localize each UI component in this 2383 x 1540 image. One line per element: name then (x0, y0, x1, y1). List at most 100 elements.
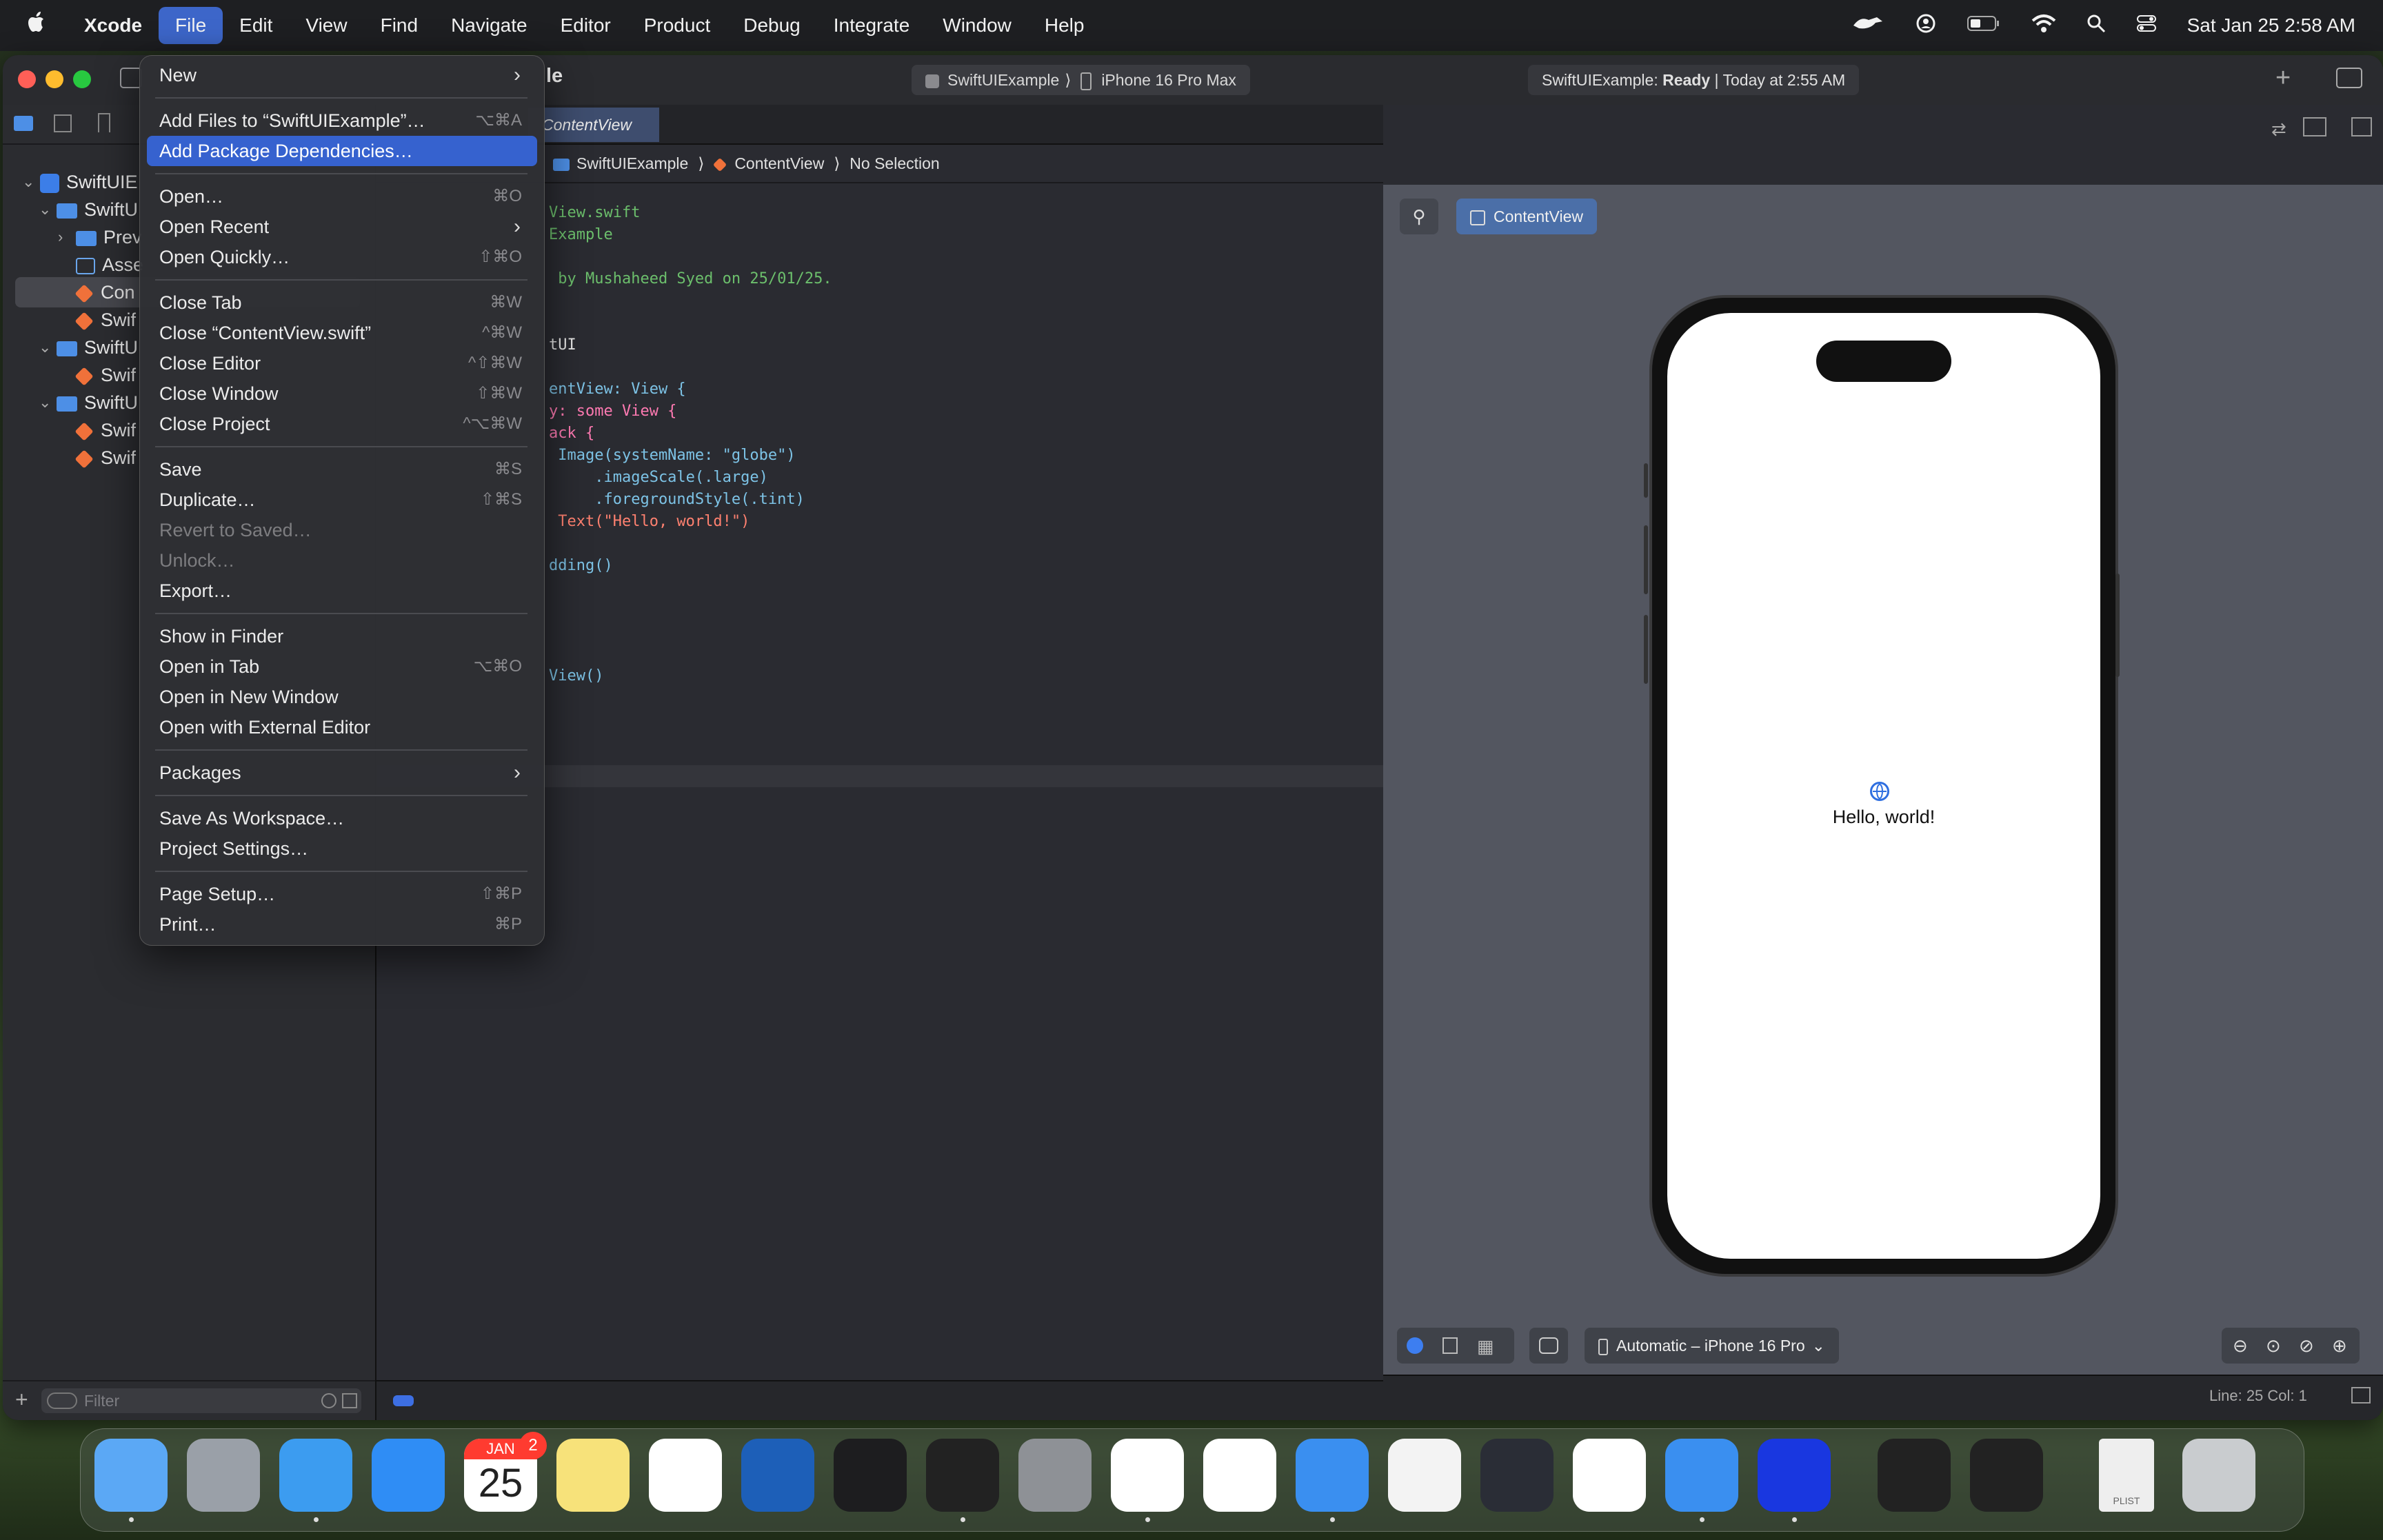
variants-icon[interactable]: ▦ (1477, 1336, 1494, 1357)
battery-icon[interactable] (1967, 14, 2001, 37)
notes-icon[interactable] (556, 1439, 630, 1512)
menubar-clock[interactable]: Sat Jan 25 2:58 AM (2187, 14, 2355, 37)
menu-item-close-project[interactable]: Close Project ^⌥⌘W (147, 409, 537, 439)
menu-product[interactable]: Product (627, 7, 727, 44)
zoom-100-icon[interactable]: ⊙ (2266, 1328, 2281, 1364)
filter-options-icon[interactable] (47, 1392, 77, 1409)
proxyman-icon[interactable] (1758, 1439, 1831, 1512)
destination-device[interactable]: iPhone 16 Pro Max (1101, 71, 1236, 89)
menu-item-close-tab[interactable]: Close Tab ⌘W (147, 287, 537, 318)
disclosure-chevron-icon[interactable]: ⌄ (39, 194, 51, 225)
disclosure-chevron-icon[interactable]: ⌄ (39, 387, 51, 418)
app-store-icon[interactable] (372, 1439, 445, 1512)
breadcrumb-project[interactable]: SwiftUIExample (576, 154, 688, 172)
code-line[interactable]: .imageScale(.large) (549, 469, 768, 486)
inspector-toggle-icon[interactable] (2336, 68, 2362, 88)
menu-item-new[interactable]: New › (147, 60, 537, 90)
minimize-window-button[interactable] (46, 70, 63, 88)
xcode-icon[interactable] (1296, 1439, 1369, 1512)
app-menu-xcode[interactable]: Xcode (68, 7, 159, 44)
vscode-icon[interactable] (1573, 1439, 1646, 1512)
menu-item-project-settings[interactable]: Project Settings… (147, 833, 537, 864)
user-account-icon[interactable] (1916, 13, 1936, 39)
menu-item-export[interactable]: Export… (147, 576, 537, 606)
menu-item-close-editor[interactable]: Close Editor ^⇧⌘W (147, 348, 537, 378)
selectable-mode-icon[interactable] (1442, 1337, 1458, 1354)
xcode-alt-icon[interactable] (1665, 1439, 1738, 1512)
add-library-icon[interactable]: + (2275, 63, 2291, 93)
unity-hub-2-icon[interactable] (1970, 1439, 2043, 1512)
code-line[interactable]: View.swift (549, 204, 640, 221)
disclosure-chevron-icon[interactable]: ⌄ (39, 332, 51, 363)
code-line[interactable]: .foregroundStyle(.tint) (549, 491, 805, 508)
menu-navigate[interactable]: Navigate (434, 7, 544, 44)
code-line[interactable]: tUI (549, 336, 576, 354)
menu-item-save[interactable]: Save ⌘S (147, 454, 537, 485)
code-line[interactable]: by Mushaheed Syed on 25/01/25. (549, 270, 832, 287)
disclosure-chevron-icon[interactable]: ⌄ (22, 167, 34, 197)
menu-item-show-in-finder[interactable]: Show in Finder (147, 621, 537, 651)
code-line[interactable]: Image(systemName: "globe") (549, 447, 795, 464)
zoom-out-icon[interactable]: ⊖ (2233, 1328, 2248, 1364)
bookmark-navigator-icon[interactable] (98, 113, 110, 132)
menu-item-page-setup[interactable]: Page Setup… ⇧⌘P (147, 879, 537, 909)
add-file-icon[interactable]: + (15, 1387, 28, 1412)
live-preview-icon[interactable] (1407, 1337, 1423, 1354)
debug-area-toggle-icon[interactable] (393, 1395, 414, 1406)
breadcrumb-selection[interactable]: No Selection (849, 154, 939, 172)
mouse-app-icon[interactable] (1851, 13, 1885, 39)
menu-item-add-package-dependencies[interactable]: Add Package Dependencies… (147, 136, 537, 166)
plist-file-icon[interactable]: PLIST (2099, 1439, 2154, 1512)
split-editor-icon[interactable] (2351, 117, 2372, 136)
scheme-destination-selector[interactable]: SwiftUIExample ⟩ iPhone 16 Pro Max (912, 65, 1250, 95)
menu-view[interactable]: View (289, 7, 363, 44)
menu-item-open-in-new-window[interactable]: Open in New Window (147, 682, 537, 712)
slack-icon[interactable] (1111, 1439, 1184, 1512)
code-line[interactable]: y: some View { (549, 403, 676, 420)
menu-item-close-window[interactable]: Close Window ⇧⌘W (147, 378, 537, 409)
breadcrumb-file[interactable]: ContentView (734, 154, 824, 172)
source-control-filter-icon[interactable] (342, 1393, 357, 1408)
menu-item-open-recent[interactable]: Open Recent › (147, 212, 537, 242)
tab-contentview[interactable]: ContentView (528, 108, 659, 142)
control-center-icon[interactable] (2136, 14, 2157, 38)
safari-icon[interactable] (279, 1439, 352, 1512)
code-line[interactable]: Text("Hello, world!") (549, 513, 750, 530)
finder-icon[interactable] (94, 1439, 168, 1512)
system-settings-icon[interactable] (1018, 1439, 1092, 1512)
zoom-in-icon[interactable]: ⊕ (2332, 1328, 2347, 1364)
code-line[interactable]: dding() (549, 557, 613, 574)
launchpad-icon[interactable] (187, 1439, 260, 1512)
chrome-icon[interactable] (1203, 1439, 1276, 1512)
menu-debug[interactable]: Debug (727, 7, 817, 44)
menu-item-close-contentview-swift[interactable]: Close “ContentView.swift” ^⌘W (147, 318, 537, 348)
recent-files-icon[interactable] (321, 1393, 336, 1408)
instruments-icon[interactable] (1388, 1439, 1461, 1512)
preview-tab[interactable]: ContentView (1456, 199, 1597, 234)
menu-item-print[interactable]: Print… ⌘P (147, 909, 537, 940)
menu-item-packages[interactable]: Packages › (147, 758, 537, 788)
menu-window[interactable]: Window (926, 7, 1028, 44)
menu-item-save-as-workspace[interactable]: Save As Workspace… (147, 803, 537, 833)
unity-icon[interactable] (926, 1439, 999, 1512)
code-line[interactable]: View() (549, 667, 603, 685)
wifi-icon[interactable] (2031, 14, 2056, 38)
source-control-navigator-icon[interactable] (54, 114, 72, 132)
nox-icon[interactable] (1480, 1439, 1554, 1512)
pin-icon[interactable]: ⚲ (1400, 199, 1438, 234)
canvas-device-settings[interactable] (1529, 1328, 1568, 1364)
menu-item-open[interactable]: Open… ⌘O (147, 181, 537, 212)
minimap-toggle-icon[interactable] (2351, 1387, 2371, 1404)
terminal-icon[interactable] (834, 1439, 907, 1512)
folder-navigator-icon[interactable] (14, 116, 33, 131)
menu-file[interactable]: File (159, 7, 223, 44)
menu-edit[interactable]: Edit (223, 7, 289, 44)
menu-item-duplicate[interactable]: Duplicate… ⇧⌘S (147, 485, 537, 515)
windows-app-icon[interactable] (741, 1439, 814, 1512)
menu-integrate[interactable]: Integrate (817, 7, 927, 44)
menu-help[interactable]: Help (1028, 7, 1101, 44)
code-line[interactable]: Example (549, 226, 613, 243)
spotlight-search-icon[interactable] (2087, 14, 2106, 38)
menu-item-add-files-to-swiftuiexample[interactable]: Add Files to “SwiftUIExample”… ⌥⌘A (147, 105, 537, 136)
menu-item-open-quickly[interactable]: Open Quickly… ⇧⌘O (147, 242, 537, 272)
